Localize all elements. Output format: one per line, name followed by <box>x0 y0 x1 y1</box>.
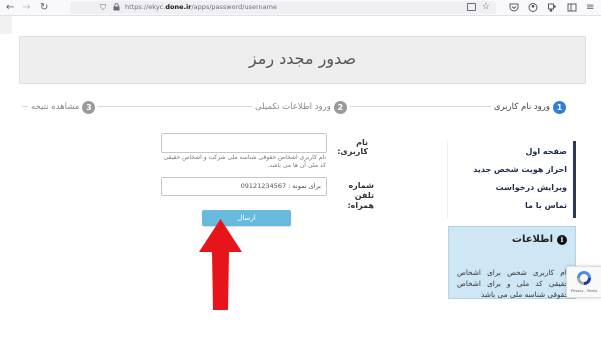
forward-arrow-icon[interactable]: → <box>22 1 30 15</box>
username-label: نام کاربری: <box>337 138 368 156</box>
browser-toolbar: ← → ↻ ⛉ https://ekyc.done.ir/apps/passwo… <box>0 0 601 16</box>
info-title-text: اطلاعات <box>511 234 553 245</box>
page-title: صدور مجدد رمز <box>248 49 357 68</box>
info-panel: i اطلاعات نام کاربری شخص برای اشخاص حقیق… <box>448 226 576 299</box>
info-heading: i اطلاعات <box>512 234 567 245</box>
step-2: 2 ورود اطلاعات تکمیلی <box>252 99 350 115</box>
menu-item-new-identity[interactable]: احراز هویت شخص جدید <box>473 165 567 174</box>
menu-hamburger-icon[interactable]: ≡ <box>586 1 594 15</box>
step-1-number: 1 <box>553 100 566 114</box>
info-text: نام کاربری شخص برای اشخاص حقیقی کد ملی و… <box>457 268 569 299</box>
red-arrow-annotation <box>199 219 242 310</box>
pocket-icon[interactable] <box>509 2 519 13</box>
account-icon[interactable] <box>528 2 538 13</box>
bookmark-star-icon[interactable]: ☆ <box>482 1 490 14</box>
screenshot-icon[interactable] <box>467 3 476 11</box>
info-icon: i <box>557 234 567 245</box>
menu-item-home[interactable]: صفحه اول <box>525 147 567 156</box>
lock-icon[interactable] <box>113 3 120 11</box>
shield-icon[interactable]: ⛉ <box>100 1 106 14</box>
menu-item-edit-request[interactable]: ویرایش درخواست <box>496 183 567 192</box>
extensions-icon[interactable] <box>547 2 557 13</box>
address-bar[interactable]: ⛉ https://ekyc.done.ir/apps/password/use… <box>70 1 496 14</box>
step-3-label: مشاهده نتیجه <box>31 102 80 112</box>
recaptcha-badge[interactable]: Privacy - Terms <box>566 266 601 298</box>
back-arrow-icon[interactable]: ← <box>6 1 14 15</box>
username-input[interactable] <box>161 133 327 153</box>
reload-icon[interactable]: ↻ <box>40 1 48 15</box>
step-2-label: ورود اطلاعات تکمیلی <box>255 102 331 112</box>
step-1: 1 ورود نام کاربری <box>490 99 569 115</box>
step-1-label: ورود نام کاربری <box>493 102 550 112</box>
side-menu: صفحه اول احراز هویت شخص جدید ویرایش درخو… <box>448 141 576 218</box>
step-3: 3 مشاهده نتیجه <box>28 99 99 115</box>
recaptcha-terms[interactable]: Privacy - Terms <box>567 289 601 293</box>
menu-item-contact[interactable]: تماس با ما <box>525 201 567 210</box>
username-hint: نام کاربری اشخاص حقوقی شناسه ملی شرکت و … <box>163 154 326 169</box>
phone-input[interactable]: برای نمونه : 09121234567 <box>161 177 327 196</box>
recaptcha-logo-icon <box>577 271 591 285</box>
page-header: صدور مجدد رمز <box>19 36 586 84</box>
step-2-number: 2 <box>333 100 347 114</box>
phone-label: شماره تلفن همراه: <box>347 181 374 210</box>
step-3-number: 3 <box>82 100 96 114</box>
phone-placeholder: برای نمونه : 09121234567 <box>240 182 321 190</box>
url-text: https://ekyc.done.ir/apps/password/usern… <box>125 3 277 11</box>
sidebar-icon[interactable] <box>567 2 577 13</box>
